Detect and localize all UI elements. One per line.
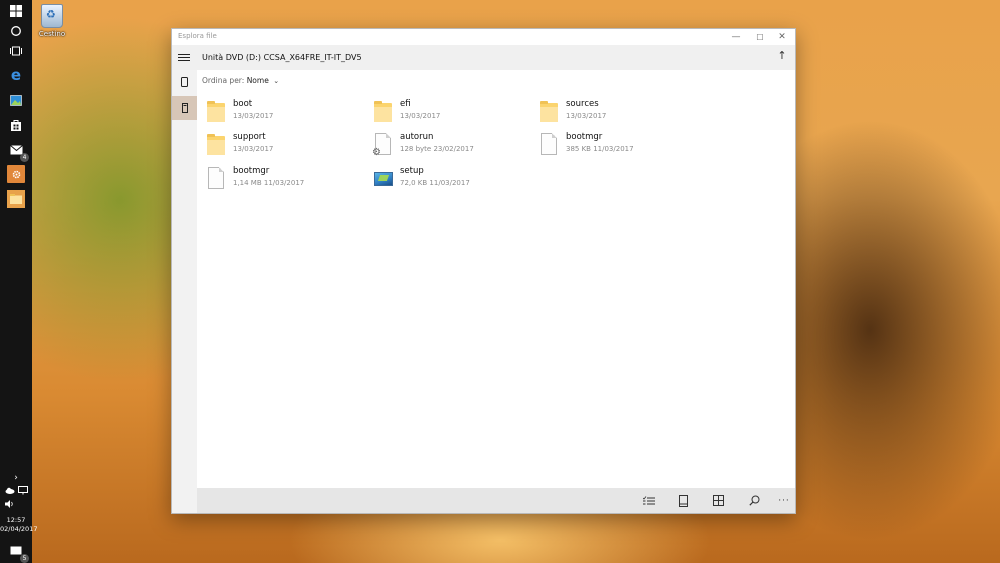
checklist-icon: [643, 495, 655, 504]
explorer-taskbar-button[interactable]: [7, 190, 25, 208]
folder-icon: [207, 133, 225, 155]
file-meta: 1,14 MB 11/03/2017: [233, 179, 305, 187]
file-name: bootmgr: [233, 166, 270, 176]
pane-icon: [678, 494, 688, 507]
recycle-bin-icon: [41, 4, 63, 28]
speaker-icon: [4, 499, 13, 508]
file-name: boot: [233, 99, 253, 109]
setup-app-icon: [374, 167, 393, 189]
up-arrow-icon[interactable]: ↑: [775, 49, 789, 65]
search-button[interactable]: [7, 22, 25, 40]
file-name: bootmgr: [566, 132, 603, 142]
task-view-icon: [10, 46, 22, 56]
windows-logo-icon: [10, 5, 22, 17]
file-meta: 13/03/2017: [566, 112, 607, 120]
photos-button[interactable]: [7, 91, 25, 109]
file-explorer-taskbar-button[interactable]: [7, 165, 25, 183]
search-circle-icon: [11, 26, 21, 36]
cloud-icon: [5, 487, 14, 494]
store-button[interactable]: [7, 116, 25, 134]
settings-file-icon: ⚙: [372, 133, 392, 158]
file-name: efi: [400, 99, 411, 109]
folder-icon: [207, 100, 225, 122]
file-name: autorun: [400, 132, 434, 142]
file-item-boot[interactable]: boot 13/03/2017: [201, 97, 361, 127]
start-button[interactable]: [7, 2, 25, 20]
view-button[interactable]: [709, 492, 727, 509]
drive-icon: [181, 103, 188, 113]
navigation-pane: [172, 70, 197, 513]
minimize-button[interactable]: —: [725, 30, 747, 44]
edge-icon: e: [10, 65, 22, 84]
notification-badge: 5: [20, 554, 29, 563]
taskbar: e 4 › 12:57 02/04/2017 5: [0, 0, 37, 563]
store-bag-icon: [11, 120, 21, 131]
file-meta: 13/03/2017: [400, 112, 441, 120]
file-meta: 385 KB 11/03/2017: [566, 145, 634, 153]
sort-label: Ordina per:: [202, 76, 245, 85]
file-meta: 13/03/2017: [233, 112, 274, 120]
nav-item-this-device[interactable]: [172, 70, 197, 94]
network-monitor-icon: [17, 486, 28, 495]
clock-time[interactable]: 12:57: [0, 516, 32, 524]
task-view-button[interactable]: [7, 42, 25, 60]
show-hidden-icons-chevron[interactable]: ›: [0, 473, 32, 483]
file-name: support: [233, 132, 266, 142]
location-title: Unità DVD (D:) CCSA_X64FRE_IT-IT_DV5: [202, 53, 362, 62]
recycle-bin-desktop-icon[interactable]: Cestino: [36, 4, 68, 38]
sort-control[interactable]: Ordina per: Nome ⌄: [202, 76, 279, 85]
file-item-bootmgr-efi[interactable]: bootmgr 1,14 MB 11/03/2017: [201, 164, 361, 194]
file-meta: 13/03/2017: [233, 145, 274, 153]
file-item-efi[interactable]: efi 13/03/2017: [368, 97, 528, 127]
file-item-support[interactable]: support 13/03/2017: [201, 130, 361, 160]
phone-icon: [181, 77, 188, 87]
file-explorer-window: Esplora file — ☐ ✕ Unità DVD (D:) CCSA_X…: [171, 28, 796, 514]
file-meta: 72,0 KB 11/03/2017: [400, 179, 470, 187]
file-item-bootmgr[interactable]: bootmgr 385 KB 11/03/2017: [534, 130, 694, 160]
search-button[interactable]: [745, 492, 763, 509]
nav-item-dvd-drive[interactable]: [172, 96, 197, 120]
file-meta: 128 byte 23/02/2017: [400, 145, 474, 153]
onedrive-tray-button[interactable]: [4, 485, 15, 496]
header-bar: Unità DVD (D:) CCSA_X64FRE_IT-IT_DV5 ↑: [172, 45, 795, 70]
title-bar[interactable]: Esplora file — ☐ ✕: [172, 29, 795, 45]
folder-icon: [374, 100, 392, 122]
file-item-sources[interactable]: sources 13/03/2017: [534, 97, 694, 127]
file-name: sources: [566, 99, 599, 109]
file-name: setup: [400, 166, 424, 176]
file-item-setup[interactable]: setup 72,0 KB 11/03/2017: [368, 164, 528, 194]
mail-button[interactable]: 4: [7, 141, 29, 162]
settings-gear-icon: [12, 170, 20, 178]
search-icon: [748, 495, 759, 506]
folder-icon: [540, 100, 558, 122]
close-button[interactable]: ✕: [771, 30, 793, 44]
recycle-bin-label: Cestino: [38, 30, 66, 38]
edge-button[interactable]: e: [7, 66, 25, 84]
folder-icon: [10, 194, 22, 204]
mail-badge: 4: [20, 153, 29, 162]
more-options-button[interactable]: ···: [775, 492, 793, 509]
file-icon: [540, 133, 558, 155]
volume-tray-button[interactable]: [4, 498, 15, 509]
select-button[interactable]: [640, 492, 658, 509]
file-item-autorun[interactable]: ⚙ autorun 128 byte 23/02/2017: [368, 130, 528, 160]
action-center-button[interactable]: 5: [7, 542, 29, 563]
command-bar: ···: [197, 488, 795, 513]
maximize-button[interactable]: ☐: [749, 30, 771, 44]
file-icon: [207, 167, 225, 189]
hamburger-menu-icon[interactable]: [178, 50, 190, 64]
details-pane-button[interactable]: [674, 492, 692, 509]
clock-date[interactable]: 02/04/2017: [0, 525, 37, 533]
network-tray-button[interactable]: [17, 485, 28, 496]
chevron-down-icon: ⌄: [273, 77, 280, 85]
sort-value: Nome: [246, 76, 269, 85]
app-title: Esplora file: [178, 32, 217, 40]
grid-view-icon: [712, 495, 724, 506]
photos-icon: [10, 94, 22, 106]
